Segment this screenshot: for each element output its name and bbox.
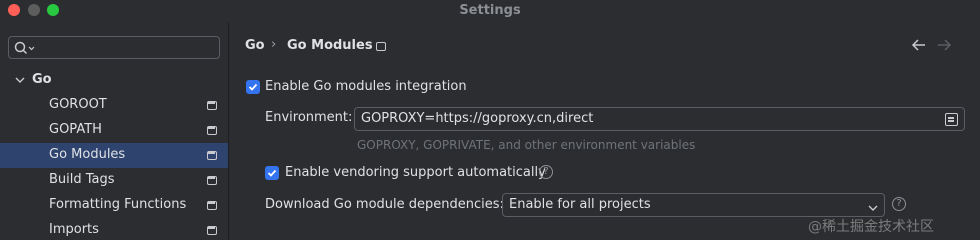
chevron-down-icon[interactable]	[14, 74, 26, 86]
vendoring-checkbox[interactable]	[265, 166, 279, 180]
tree-item-formatting-functions[interactable]: Formatting Functions	[0, 193, 228, 218]
tree-item-label: Build Tags	[49, 172, 115, 187]
tree-item-build-tags[interactable]: Build Tags	[0, 168, 228, 193]
project-scope-icon	[207, 201, 217, 210]
environment-label: Environment:	[265, 110, 353, 125]
project-scope-icon	[376, 42, 386, 51]
search-input[interactable]	[39, 38, 215, 57]
tree-item-label: Go	[32, 72, 52, 87]
enable-modules-checkbox[interactable]	[246, 80, 260, 94]
help-icon[interactable]: ?	[892, 197, 906, 211]
chevron-down-icon	[868, 201, 878, 211]
environment-hint: GOPROXY, GOPRIVATE, and other environmen…	[357, 138, 696, 152]
search-icon	[13, 40, 37, 56]
download-label: Download Go module dependencies:	[265, 197, 504, 212]
project-scope-icon	[207, 226, 217, 235]
tree-item-goroot[interactable]: GOROOT	[0, 93, 228, 118]
tree-item-go[interactable]: Go	[0, 68, 228, 93]
download-dependencies-select[interactable]: Enable for all projects	[502, 193, 885, 217]
project-scope-icon	[207, 151, 217, 160]
environment-field[interactable]: GOPROXY=https://goproxy.cn,direct	[354, 107, 965, 131]
tree-item-label: GOPATH	[49, 122, 102, 137]
tree-item-gopath[interactable]: GOPATH	[0, 118, 228, 143]
watermark: @稀土掘金技术社区	[808, 219, 934, 235]
tree-item-imports[interactable]: Imports	[0, 218, 228, 240]
breadcrumb-current: Go Modules	[287, 38, 373, 53]
title-bar: Settings	[0, 0, 980, 22]
tree-item-label: Formatting Functions	[49, 197, 187, 212]
environment-value[interactable]: GOPROXY=https://goproxy.cn,direct	[361, 111, 593, 126]
project-scope-icon	[207, 101, 217, 110]
settings-main-panel: Go › Go Modules Enable Go modules integr…	[230, 22, 980, 240]
expand-editor-icon[interactable]	[945, 113, 958, 126]
project-scope-icon	[207, 176, 217, 185]
window-title: Settings	[459, 3, 521, 18]
tree-item-label: Imports	[49, 222, 99, 237]
tree-item-label: GOROOT	[49, 97, 107, 112]
project-scope-icon	[207, 126, 217, 135]
enable-modules-label[interactable]: Enable Go modules integration	[265, 79, 467, 94]
forward-arrow-icon[interactable]	[935, 38, 953, 52]
breadcrumb-separator: ›	[271, 37, 277, 52]
vendoring-label[interactable]: Enable vendoring support automatically	[285, 165, 546, 180]
tree-item-go-modules[interactable]: Go Modules	[0, 143, 228, 168]
search-box[interactable]	[8, 36, 220, 59]
download-selected-value: Enable for all projects	[509, 197, 651, 212]
tree-item-label: Go Modules	[49, 147, 126, 162]
back-arrow-icon[interactable]	[910, 38, 928, 52]
help-icon[interactable]: ?	[539, 165, 553, 179]
breadcrumb-parent[interactable]: Go	[245, 38, 265, 53]
settings-sidebar: Go GOROOT GOPATH Go Modules Build Tags F…	[0, 22, 229, 240]
